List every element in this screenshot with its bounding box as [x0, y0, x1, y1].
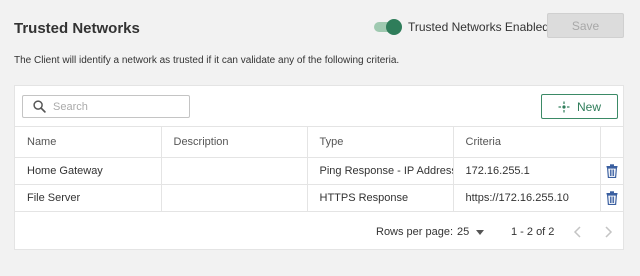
- column-header-name[interactable]: Name: [15, 126, 162, 158]
- rows-per-page-label: Rows per page:: [376, 226, 454, 238]
- toggle-knob: [386, 19, 402, 35]
- new-button-label: New: [576, 99, 601, 114]
- search-input[interactable]: [53, 100, 183, 113]
- table-row[interactable]: File Server HTTPS Response https://172.1…: [15, 184, 624, 212]
- page-title: Trusted Networks: [14, 20, 140, 37]
- chevron-right-icon[interactable]: [603, 225, 613, 239]
- trusted-networks-toggle-group: Trusted Networks Enabled: [372, 18, 549, 36]
- cell-name: File Server: [15, 184, 162, 212]
- page-description: The Client will identify a network as tr…: [14, 55, 400, 66]
- cell-name: Home Gateway: [15, 157, 162, 185]
- add-network-icon: [558, 101, 570, 112]
- cell-description: [161, 157, 308, 185]
- cell-criteria: 172.16.255.1: [453, 157, 601, 185]
- pagination-bar: Rows per page: 25 1 - 2 of 2: [15, 223, 624, 243]
- caret-down-icon: [476, 229, 485, 235]
- column-header-description[interactable]: Description: [161, 126, 308, 158]
- trusted-networks-toggle[interactable]: [372, 18, 402, 36]
- cell-actions: [600, 185, 624, 212]
- column-header-criteria[interactable]: Criteria: [453, 126, 601, 158]
- toggle-label: Trusted Networks Enabled: [408, 20, 549, 34]
- cell-criteria: https://172.16.255.10: [453, 184, 601, 212]
- search-box[interactable]: [22, 95, 190, 118]
- cell-type: Ping Response - IP Address: [307, 157, 454, 185]
- chevron-left-icon[interactable]: [573, 225, 583, 239]
- cell-type: HTTPS Response: [307, 184, 454, 212]
- trash-icon[interactable]: [606, 164, 618, 179]
- table-row[interactable]: Home Gateway Ping Response - IP Address …: [15, 157, 624, 185]
- search-icon: [33, 100, 46, 113]
- networks-table: Name Description Type Criteria Home Gate…: [15, 126, 624, 212]
- pagination-range: 1 - 2 of 2: [511, 226, 555, 238]
- column-header-type[interactable]: Type: [307, 126, 454, 158]
- trash-icon[interactable]: [606, 191, 618, 206]
- networks-card: New Name Description Type Criteria Home …: [14, 85, 624, 250]
- save-button[interactable]: Save: [547, 13, 624, 38]
- column-header-actions: [600, 127, 624, 158]
- cell-description: [161, 184, 308, 212]
- rows-per-page-select[interactable]: 25: [457, 226, 485, 238]
- table-header-row: Name Description Type Criteria: [15, 126, 624, 158]
- new-network-button[interactable]: New: [541, 94, 618, 119]
- rows-per-page-value: 25: [457, 226, 470, 238]
- cell-actions: [600, 158, 624, 185]
